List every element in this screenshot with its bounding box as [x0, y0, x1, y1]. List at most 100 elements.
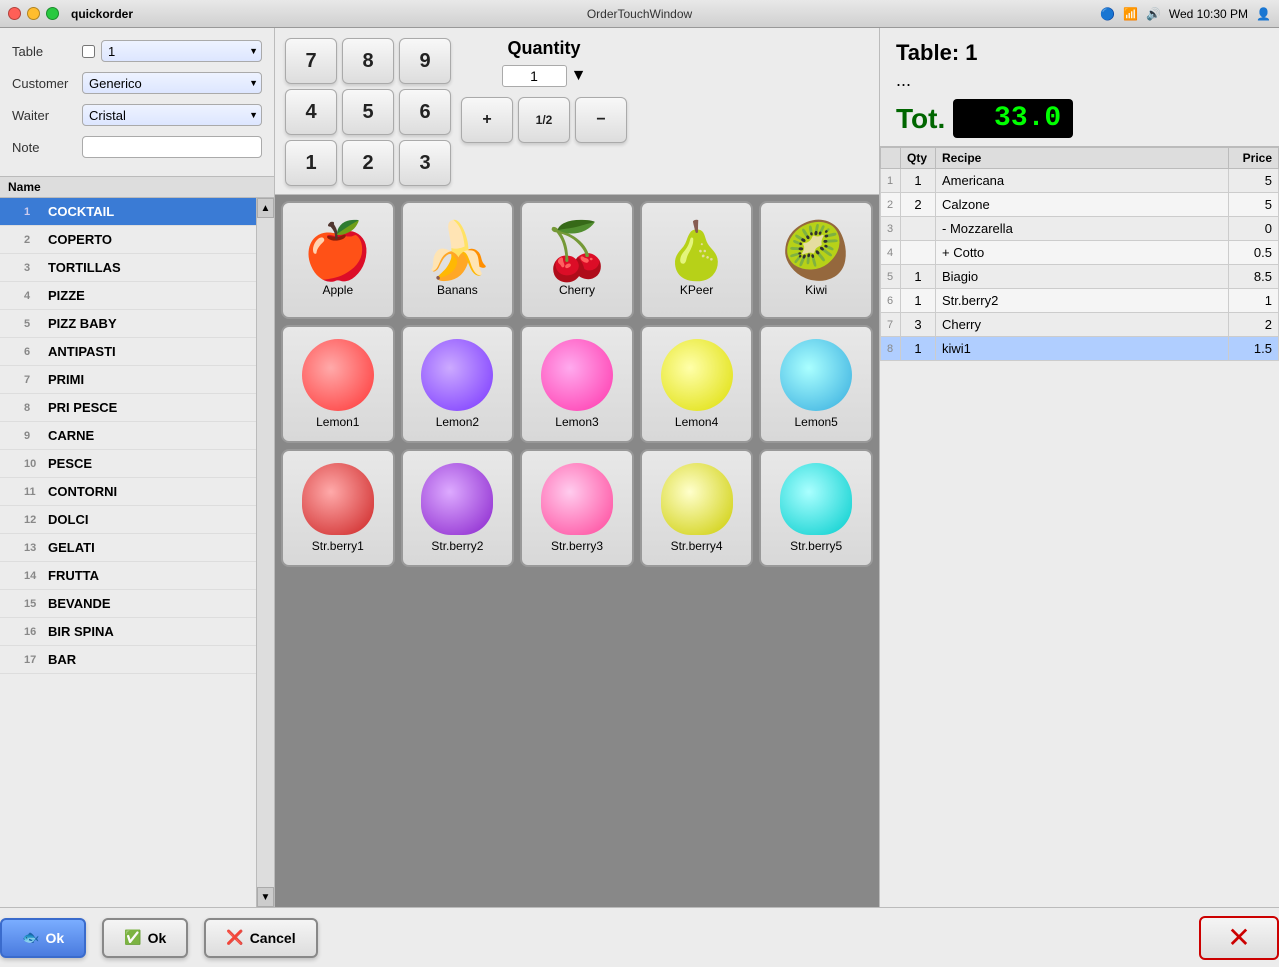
- category-item-antipasti[interactable]: 6ANTIPASTI: [0, 338, 274, 366]
- category-label: TORTILLAS: [48, 260, 121, 275]
- category-list: ▲ ▼ 1COCKTAIL2COPERTO3TORTILLAS4PIZZE5PI…: [0, 198, 274, 907]
- num-8[interactable]: 8: [342, 38, 394, 84]
- product-card-lemon4[interactable]: Lemon4: [640, 325, 754, 443]
- category-item-cocktail[interactable]: 1COCKTAIL: [0, 198, 274, 226]
- num-6[interactable]: 6: [399, 89, 451, 135]
- table-select[interactable]: 1: [101, 40, 262, 62]
- product-card-strberry4[interactable]: Str.berry4: [640, 449, 754, 567]
- product-emoji: 🍐: [662, 223, 732, 279]
- category-item-contorni[interactable]: 11CONTORNI: [0, 478, 274, 506]
- category-item-tortillas[interactable]: 3TORTILLAS: [0, 254, 274, 282]
- category-item-carne[interactable]: 9CARNE: [0, 422, 274, 450]
- minus-button[interactable]: −: [575, 97, 627, 143]
- category-label: COCKTAIL: [48, 204, 114, 219]
- col-recipe: Recipe: [936, 148, 1229, 169]
- order-row[interactable]: 2 2 Calzone 5: [881, 193, 1279, 217]
- app-name: quickorder: [71, 7, 133, 21]
- half-button[interactable]: 1/2: [518, 97, 570, 143]
- window-controls[interactable]: [8, 7, 59, 20]
- close-button[interactable]: [8, 7, 21, 20]
- product-card-lemon1[interactable]: Lemon1: [281, 325, 395, 443]
- order-row[interactable]: 8 1 kiwi1 1.5: [881, 337, 1279, 361]
- product-name: Lemon5: [794, 415, 837, 429]
- num-1[interactable]: 1: [285, 140, 337, 186]
- product-card-apple[interactable]: 🍎 Apple: [281, 201, 395, 319]
- product-card-kpeer[interactable]: 🍐KPeer: [640, 201, 754, 319]
- row-recipe: Americana: [936, 169, 1229, 193]
- fish-icon: 🐟: [22, 929, 39, 946]
- category-item-coperto[interactable]: 2COPERTO: [0, 226, 274, 254]
- category-num: 9: [24, 430, 40, 442]
- num-9[interactable]: 9: [399, 38, 451, 84]
- category-item-bir spina[interactable]: 16BIR SPINA: [0, 618, 274, 646]
- product-card-cherry[interactable]: 🍒Cherry: [520, 201, 634, 319]
- category-item-gelati[interactable]: 13GELATI: [0, 534, 274, 562]
- category-item-primi[interactable]: 7 PRIMI: [0, 366, 274, 394]
- category-item-pri pesce[interactable]: 8PRI PESCE: [0, 394, 274, 422]
- product-name: Apple: [322, 283, 353, 297]
- product-name: Banans: [437, 283, 478, 297]
- product-card-strberry1[interactable]: Str.berry1: [281, 449, 395, 567]
- product-card-strberry5[interactable]: Str.berry5: [759, 449, 873, 567]
- order-row[interactable]: 3 - Mozzarella 0: [881, 217, 1279, 241]
- category-item-pizze[interactable]: 4PIZZE: [0, 282, 274, 310]
- product-card-banans[interactable]: 🍌 Banans: [401, 201, 515, 319]
- category-num: 11: [24, 486, 40, 498]
- product-shape: [661, 339, 733, 411]
- category-label: PIZZE: [48, 288, 85, 303]
- ok-button-1[interactable]: 🐟 Ok: [0, 918, 86, 958]
- category-item-bevande[interactable]: 15BEVANDE: [0, 590, 274, 618]
- num-5[interactable]: 5: [342, 89, 394, 135]
- product-name: Lemon4: [675, 415, 718, 429]
- product-card-lemon3[interactable]: Lemon3: [520, 325, 634, 443]
- category-num: 7: [24, 374, 40, 386]
- category-label: PRIMI: [48, 372, 84, 387]
- product-emoji: 🍎: [303, 223, 373, 279]
- order-row[interactable]: 1 1 Americana 5: [881, 169, 1279, 193]
- product-emoji: 🍌: [423, 223, 493, 279]
- quantity-dropdown[interactable]: ▼: [571, 67, 587, 85]
- order-row[interactable]: 5 1 Biagio 8.5: [881, 265, 1279, 289]
- category-item-pizz baby[interactable]: 5PIZZ BABY: [0, 310, 274, 338]
- delete-button[interactable]: ✕: [1199, 916, 1279, 960]
- order-row[interactable]: 7 3 Cherry 2: [881, 313, 1279, 337]
- row-qty: 1: [901, 337, 936, 361]
- customer-select[interactable]: Generico: [82, 72, 262, 94]
- maximize-button[interactable]: [46, 7, 59, 20]
- quantity-input[interactable]: [502, 65, 567, 87]
- waiter-select[interactable]: Cristal: [82, 104, 262, 126]
- num-2[interactable]: 2: [342, 140, 394, 186]
- order-row[interactable]: 4 + Cotto 0.5: [881, 241, 1279, 265]
- ok-button-2[interactable]: ✅ Ok: [102, 918, 188, 958]
- note-input[interactable]: [82, 136, 262, 158]
- product-shape: [541, 463, 613, 535]
- category-num: 6: [24, 346, 40, 358]
- col-row: [881, 148, 901, 169]
- num-3[interactable]: 3: [399, 140, 451, 186]
- product-card-lemon2[interactable]: Lemon2: [401, 325, 515, 443]
- table-checkbox[interactable]: [82, 45, 95, 58]
- category-item-bar[interactable]: 17BAR: [0, 646, 274, 674]
- minimize-button[interactable]: [27, 7, 40, 20]
- num-4[interactable]: 4: [285, 89, 337, 135]
- row-recipe: Biagio: [936, 265, 1229, 289]
- scroll-up-button[interactable]: ▲: [257, 198, 274, 218]
- scroll-down-button[interactable]: ▼: [257, 887, 274, 907]
- category-items-container: 1COCKTAIL2COPERTO3TORTILLAS4PIZZE5PIZZ B…: [0, 198, 274, 674]
- main-window: Table 1 Customer: [0, 28, 1279, 967]
- category-item-dolci[interactable]: 12DOLCI: [0, 506, 274, 534]
- plus-button[interactable]: +: [461, 97, 513, 143]
- row-price: 5: [1229, 193, 1279, 217]
- category-item-frutta[interactable]: 14FRUTTA: [0, 562, 274, 590]
- cancel-button[interactable]: ❌ Cancel: [204, 918, 317, 958]
- order-row[interactable]: 6 1 Str.berry2 1: [881, 289, 1279, 313]
- category-item-pesce[interactable]: 10PESCE: [0, 450, 274, 478]
- product-card-lemon5[interactable]: Lemon5: [759, 325, 873, 443]
- category-num: 5: [24, 318, 40, 330]
- product-card-strberry2[interactable]: Str.berry2: [401, 449, 515, 567]
- table-label: Table: [12, 44, 82, 59]
- product-name: Str.berry2: [431, 539, 483, 553]
- num-7[interactable]: 7: [285, 38, 337, 84]
- product-card-strberry3[interactable]: Str.berry3: [520, 449, 634, 567]
- product-card-kiwi[interactable]: 🥝Kiwi: [759, 201, 873, 319]
